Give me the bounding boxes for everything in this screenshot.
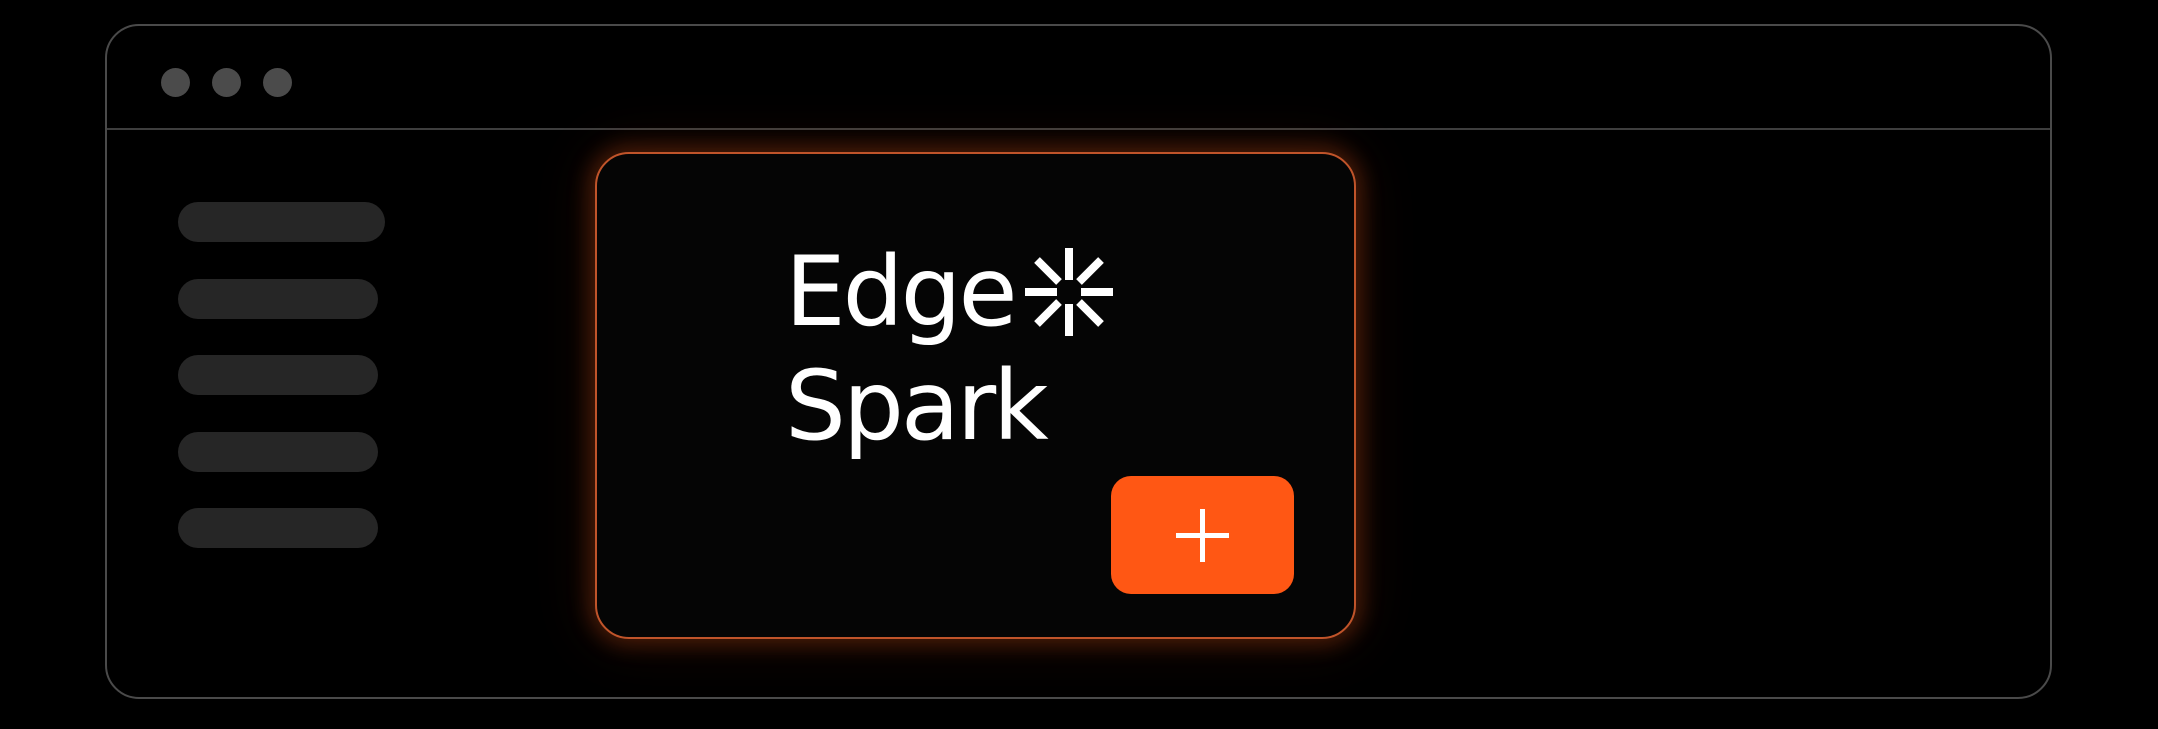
sidebar-item-placeholder[interactable]: [178, 279, 378, 319]
window-minimize-dot[interactable]: [212, 68, 241, 97]
sidebar-item-placeholder[interactable]: [178, 202, 385, 242]
logo-text-line1: Edge: [785, 236, 1018, 348]
sidebar-item-placeholder[interactable]: [178, 432, 378, 472]
add-button[interactable]: [1111, 476, 1294, 594]
window-maximize-dot[interactable]: [263, 68, 292, 97]
plus-icon: [1176, 509, 1229, 562]
window-titlebar: [107, 26, 2050, 130]
sidebar-item-placeholder[interactable]: [178, 355, 378, 395]
spark-burst-icon: [1025, 248, 1113, 336]
logo-text-line2: Spark: [785, 350, 1049, 462]
app-card: Edge Spark: [595, 152, 1356, 639]
sidebar-item-placeholder[interactable]: [178, 508, 378, 548]
window-close-dot[interactable]: [161, 68, 190, 97]
